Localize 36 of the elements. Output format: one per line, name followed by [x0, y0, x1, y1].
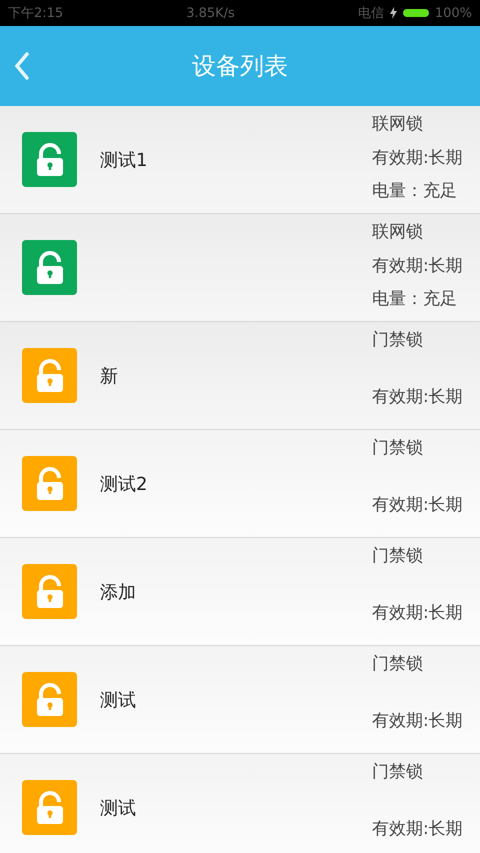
battery-level-text: 电量：充足 [372, 180, 458, 203]
validity-text: 有效期:长期 [372, 710, 464, 733]
validity-text: 有效期:长期 [372, 602, 464, 625]
lock-type: 门禁锁 [372, 761, 424, 784]
lock-type: 门禁锁 [372, 545, 424, 568]
device-row[interactable]: 测试2 门禁锁 有效期:长期 [0, 430, 480, 538]
device-row[interactable]: 新 门禁锁 有效期:长期 [0, 322, 480, 430]
validity-text: 有效期:长期 [372, 494, 464, 517]
validity-text: 有效期:长期 [372, 254, 464, 278]
validity-text: 有效期:长期 [372, 818, 464, 841]
back-icon[interactable] [14, 52, 30, 80]
validity-text: 有效期:长期 [372, 146, 464, 170]
lock-type: 门禁锁 [372, 437, 424, 460]
status-time: 下午2:15 [8, 5, 64, 22]
network-speed: 3.85K/s [186, 6, 235, 20]
lock-type: 联网锁 [372, 221, 424, 244]
device-name: 测试2 [100, 472, 148, 496]
charging-icon [390, 7, 397, 19]
device-name: 添加 [100, 580, 137, 604]
validity-text: 有效期:长期 [372, 386, 464, 409]
lock-type: 门禁锁 [372, 653, 424, 676]
lock-type: 联网锁 [372, 113, 424, 136]
lock-type: 门禁锁 [372, 329, 424, 352]
device-name: 测试 [100, 796, 137, 820]
device-name: 测试1 [100, 148, 148, 172]
device-row[interactable]: 联网锁 有效期:长期 电量：充足 [0, 214, 480, 322]
device-row[interactable]: 测试1 联网锁 有效期:长期 电量：充足 [0, 106, 480, 214]
device-name: 新 [100, 364, 119, 388]
battery-level-text: 电量：充足 [372, 288, 458, 311]
page-title: 设备列表 [192, 51, 288, 82]
carrier-name: 电信 [358, 5, 384, 22]
battery-percent: 100% [434, 6, 472, 20]
device-row[interactable]: 添加 门禁锁 有效期:长期 [0, 538, 480, 646]
device-row[interactable]: 测试 门禁锁 有效期:长期 [0, 646, 480, 754]
battery-icon [402, 9, 429, 17]
device-name: 测试 [100, 688, 137, 712]
